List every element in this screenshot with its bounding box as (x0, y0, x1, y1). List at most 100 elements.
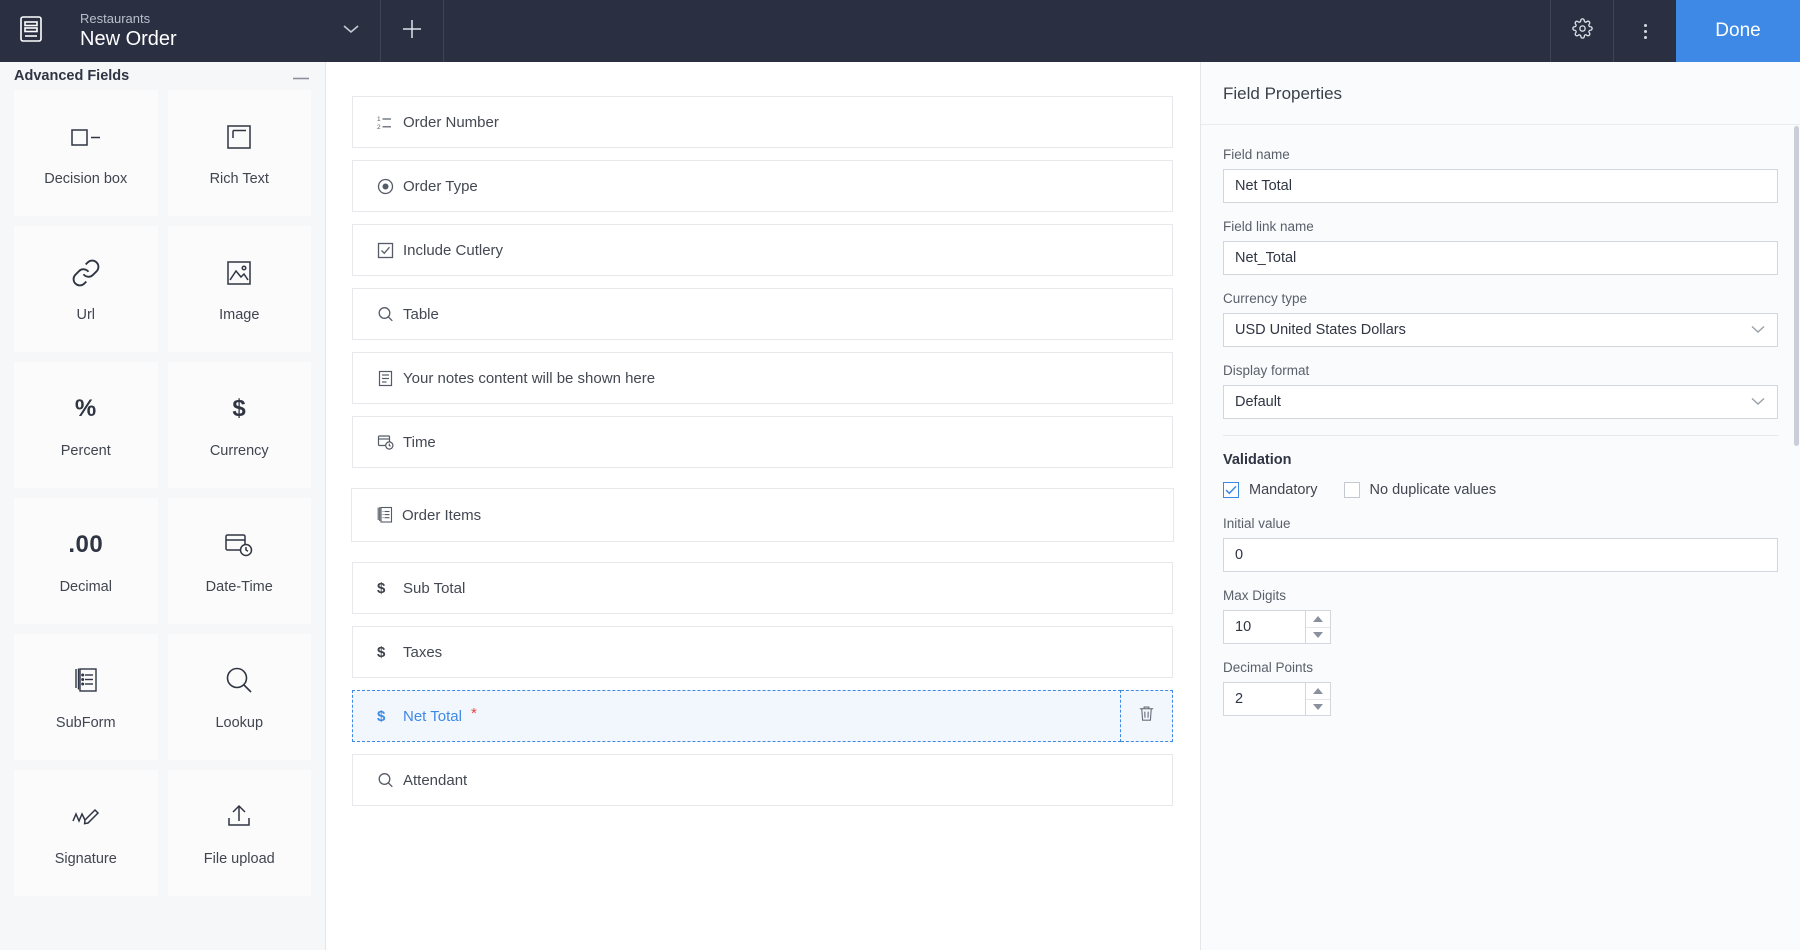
trash-icon (1137, 704, 1156, 728)
triangle-down-icon (1313, 704, 1323, 711)
form-row-include-cutlery[interactable]: Include Cutlery (352, 224, 1173, 276)
initial-value-label: Initial value (1223, 516, 1291, 531)
decimal-points-label: Decimal Points (1223, 660, 1314, 675)
form-row-label: Your notes content will be shown here (403, 369, 656, 387)
form-row-order-items[interactable]: Order Items (351, 488, 1174, 542)
field-card-label: Signature (54, 850, 117, 867)
decimal-points-decrement[interactable] (1306, 700, 1330, 716)
max-digits-label: Max Digits (1223, 588, 1287, 603)
decimal-points-input[interactable] (1223, 682, 1305, 716)
dollar-icon: $ (232, 394, 247, 422)
field-card-url[interactable]: Url (14, 226, 158, 352)
field-card-date-time[interactable]: Date-Time (167, 498, 311, 624)
triangle-up-icon (1313, 615, 1323, 622)
form-name: New Order (80, 28, 177, 50)
form-row-notes[interactable]: Your notes content will be shown here (352, 352, 1173, 404)
decimal-points-spinners (1305, 682, 1331, 716)
fields-sidebar: Advanced Fields Decision box Rich Text U… (0, 62, 326, 950)
field-card-decision-box[interactable]: Decision box (14, 90, 158, 216)
max-digits-spinners (1305, 610, 1331, 644)
link-icon (71, 256, 101, 290)
notes-icon (377, 370, 403, 387)
field-card-decimal[interactable]: .00 Decimal (14, 498, 158, 624)
field-card-label: Rich Text (209, 170, 269, 187)
max-digits-input[interactable] (1223, 610, 1305, 644)
no-duplicate-values-checkbox[interactable] (1343, 482, 1360, 498)
validation-checkboxes: Mandatory No duplicate values (1223, 482, 1778, 498)
max-digits-decrement[interactable] (1306, 628, 1330, 644)
field-card-currency[interactable]: $ Currency (167, 362, 311, 488)
minus-icon[interactable] (293, 68, 309, 84)
mandatory-checkbox[interactable] (1223, 482, 1239, 498)
field-card-subform[interactable]: SubForm (14, 634, 158, 760)
advanced-fields-title: Advanced Fields (14, 68, 130, 84)
search-icon (377, 772, 403, 789)
form-row-time[interactable]: Time (352, 416, 1173, 468)
validation-title: Validation (1223, 452, 1292, 468)
max-digits-increment[interactable] (1306, 611, 1330, 628)
mandatory-label: Mandatory (1249, 482, 1318, 498)
chevron-down-icon (1750, 322, 1766, 338)
app-logo[interactable] (0, 0, 62, 62)
display-format-select[interactable]: Default (1223, 385, 1778, 419)
date-time-icon (224, 528, 254, 562)
selected-field-wrapper: $ Net Total * (352, 690, 1173, 742)
field-card-label: SubForm (55, 714, 116, 731)
max-digits-stepper (1223, 610, 1331, 644)
form-row-label: Attendant (403, 771, 468, 789)
field-card-label: Date-Time (205, 578, 273, 595)
initial-value-group: Initial value (1223, 516, 1778, 572)
field-name-input[interactable] (1223, 169, 1778, 203)
date-time-icon (377, 434, 403, 451)
chevron-down-icon (1750, 394, 1766, 410)
field-card-file-upload[interactable]: File upload (167, 770, 311, 896)
add-field-button[interactable] (381, 0, 443, 62)
form-row-attendant[interactable]: Attendant (352, 754, 1173, 806)
currency-type-select[interactable]: USD United States Dollars (1223, 313, 1778, 347)
gear-icon (1571, 18, 1593, 44)
field-card-label: Url (76, 306, 96, 323)
field-card-label: Decision box (44, 170, 128, 187)
initial-value-input[interactable] (1223, 538, 1778, 572)
form-row-table[interactable]: Table (352, 288, 1173, 340)
form-row-label: Order Type (403, 177, 478, 195)
form-row-label: Net Total (403, 707, 462, 725)
field-card-label: File upload (203, 850, 275, 867)
delete-field-button[interactable] (1121, 690, 1173, 742)
field-card-label: Currency (209, 442, 269, 459)
field-card-rich-text[interactable]: Rich Text (167, 90, 311, 216)
done-button[interactable]: Done (1676, 0, 1800, 62)
field-link-name-input[interactable] (1223, 241, 1778, 275)
decimal-points-increment[interactable] (1306, 683, 1330, 700)
decimal-points-group: Decimal Points (1223, 660, 1778, 716)
field-name-label: Field name (1223, 147, 1290, 162)
field-card-image[interactable]: Image (167, 226, 311, 352)
form-row-label: Sub Total (403, 579, 466, 597)
form-row-sub-total[interactable]: $ Sub Total (352, 562, 1173, 614)
subform-icon (72, 664, 100, 698)
field-card-signature[interactable]: Signature (14, 770, 158, 896)
rich-text-icon (225, 120, 253, 154)
subform-icon (376, 506, 402, 524)
dollar-icon: $ (377, 707, 386, 725)
more-vertical-icon (1643, 23, 1647, 39)
plus-icon (400, 17, 424, 46)
field-card-percent[interactable]: % Percent (14, 362, 158, 488)
form-row-order-type[interactable]: Order Type (352, 160, 1173, 212)
display-format-label: Display format (1223, 363, 1310, 378)
signature-icon (70, 800, 102, 834)
settings-button[interactable] (1551, 0, 1613, 62)
form-row-order-number[interactable]: 1 2 Order Number (352, 96, 1173, 148)
checkbox-icon (377, 242, 403, 259)
form-canvas: 1 2 Order Number Order Type Include Cutl… (326, 62, 1200, 950)
panel-scrollbar[interactable] (1794, 126, 1799, 446)
display-format-group: Display format Default (1223, 363, 1778, 419)
more-options-button[interactable] (1614, 0, 1676, 62)
display-format-value: Default (1235, 394, 1281, 410)
form-row-taxes[interactable]: $ Taxes (352, 626, 1173, 678)
form-row-net-total[interactable]: $ Net Total * (352, 690, 1121, 742)
form-row-label: Taxes (403, 643, 443, 661)
form-switcher-button[interactable] (322, 0, 380, 62)
field-card-lookup[interactable]: Lookup (167, 634, 311, 760)
